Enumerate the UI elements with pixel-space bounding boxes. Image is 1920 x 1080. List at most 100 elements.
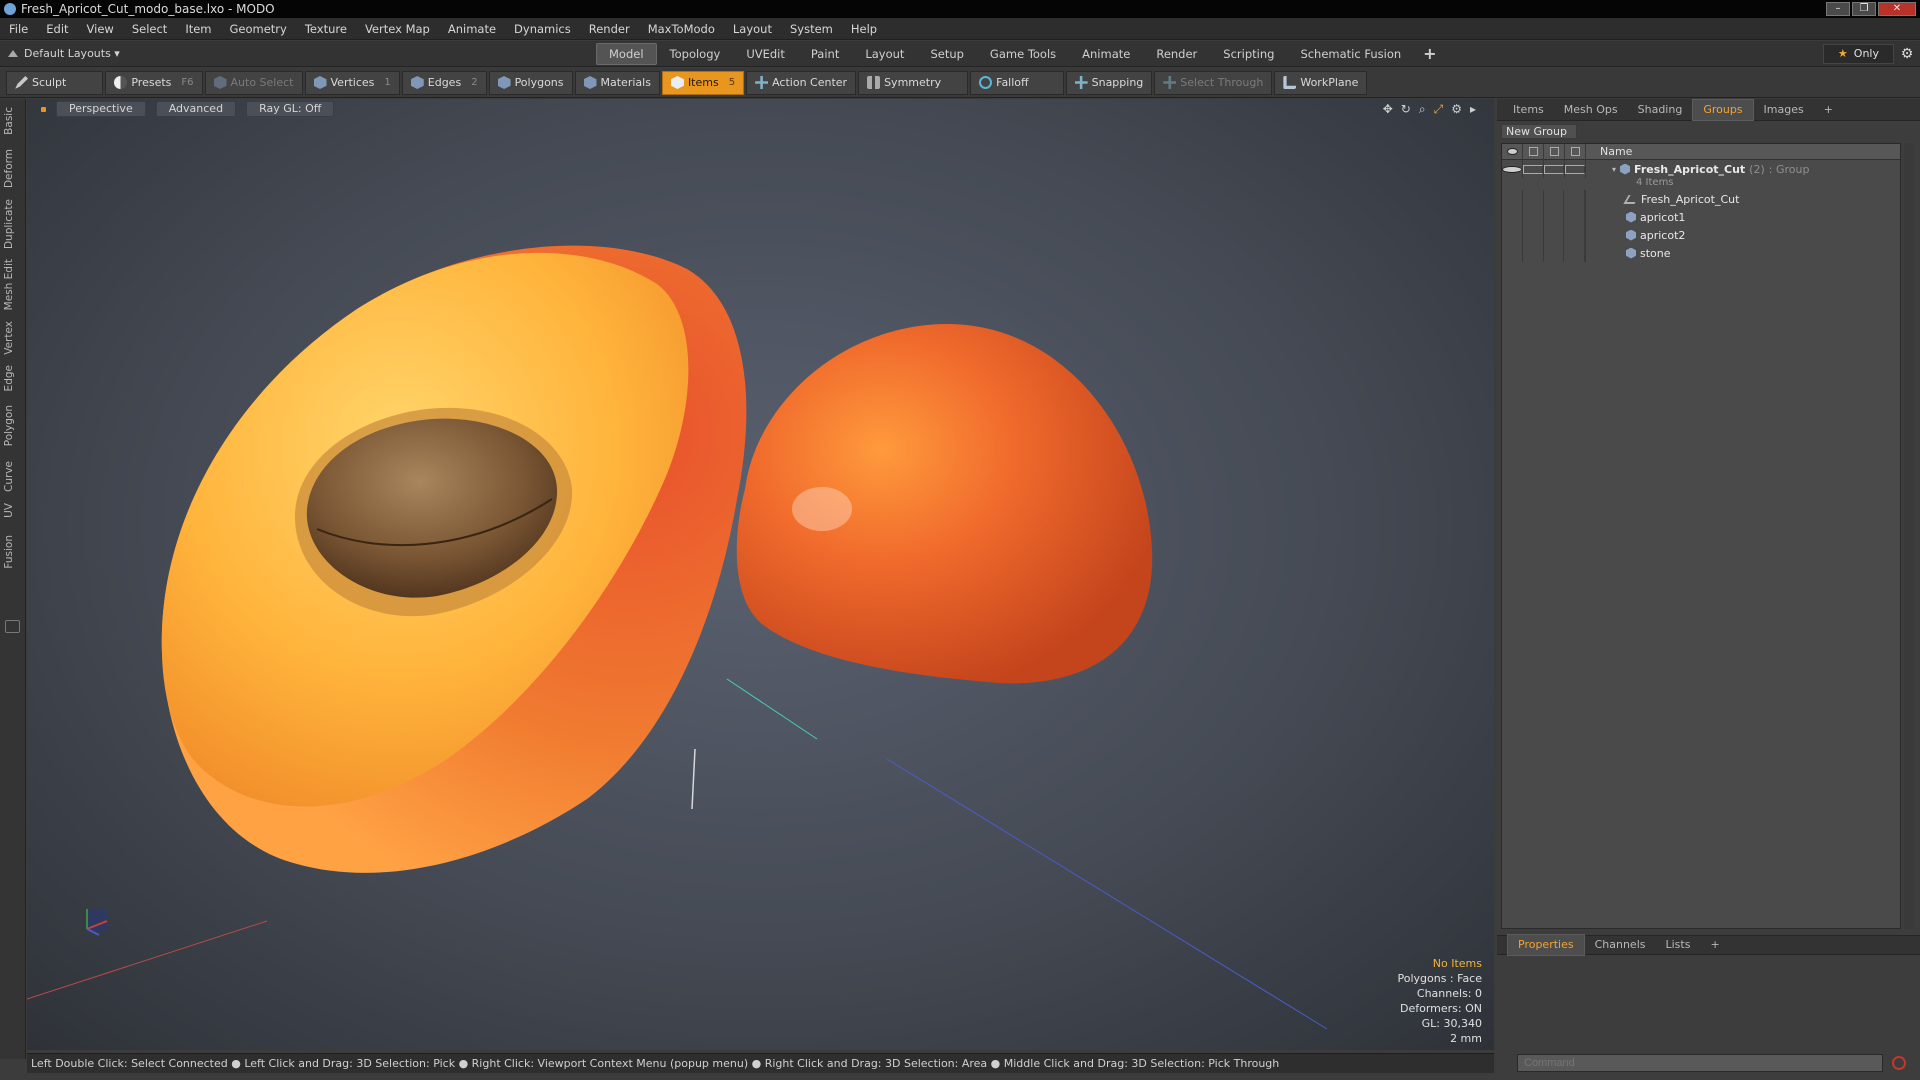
close-button[interactable]: ✕ [1878, 2, 1916, 16]
select-through-button[interactable]: Select Through [1154, 70, 1273, 95]
menu-dynamics[interactable]: Dynamics [505, 22, 580, 36]
vtab-uv[interactable]: UV [3, 503, 23, 518]
tab-animate[interactable]: Animate [1069, 43, 1143, 65]
falloff-button[interactable]: Falloff [970, 70, 1064, 95]
tab-properties[interactable]: Properties [1507, 934, 1585, 956]
vtab-mesh-edit[interactable]: Mesh Edit [3, 259, 23, 310]
tab-mesh-ops[interactable]: Mesh Ops [1554, 100, 1628, 120]
sculpt-button[interactable]: Sculpt [6, 70, 104, 95]
tab-paint[interactable]: Paint [798, 43, 852, 65]
zoom-icon[interactable]: ⌕ [1419, 102, 1426, 117]
menu-help[interactable]: Help [842, 22, 886, 36]
render-column[interactable] [1523, 143, 1544, 160]
tab-topology[interactable]: Topology [657, 43, 734, 65]
auto-select-button[interactable]: Auto Select [204, 70, 303, 95]
tab-shading[interactable]: Shading [1628, 100, 1693, 120]
vtab-duplicate[interactable]: Duplicate [3, 199, 23, 249]
command-stop-icon[interactable] [1892, 1056, 1906, 1070]
gear-icon[interactable]: ⚙ [1894, 46, 1920, 62]
viewport-settings-icon[interactable]: ⚙ [1451, 102, 1462, 117]
tree-row-group[interactable]: ▾ Fresh_Apricot_Cut (2) : Group [1502, 160, 1900, 178]
add-panel-tab-button[interactable]: + [1814, 100, 1843, 120]
tree-row-child[interactable]: apricot2 [1502, 226, 1900, 244]
menu-view[interactable]: View [78, 22, 123, 36]
vtab-edge[interactable]: Edge [3, 365, 23, 391]
tree-row-child[interactable]: stone [1502, 244, 1900, 262]
symmetry-button[interactable]: Symmetry [858, 70, 969, 95]
new-group-button[interactable]: New Group [1501, 124, 1577, 139]
materials-button[interactable]: Materials [574, 70, 660, 95]
presets-button[interactable]: Presets F6 [105, 70, 203, 95]
minimize-button[interactable]: – [1826, 2, 1850, 16]
rotate-icon[interactable]: ↻ [1401, 102, 1411, 117]
select-column[interactable] [1565, 143, 1586, 160]
add-tab-button[interactable]: + [1414, 43, 1445, 65]
collapse-arrow-icon[interactable]: ▾ [1612, 165, 1616, 174]
lock-toggle-icon[interactable] [1544, 164, 1564, 174]
render-toggle-icon[interactable] [1523, 164, 1543, 174]
visibility-column[interactable] [1502, 143, 1523, 160]
render-icon [1528, 147, 1538, 156]
maximize-button[interactable]: ❐ [1852, 2, 1876, 16]
pan-icon[interactable]: ✥ [1383, 102, 1393, 117]
items-button[interactable]: Items 5 [661, 70, 745, 95]
menu-system[interactable]: System [781, 22, 842, 36]
tree-scrollbar[interactable] [1904, 143, 1914, 929]
menu-render[interactable]: Render [580, 22, 639, 36]
3d-viewport[interactable]: Perspective Advanced Ray GL: Off ✥ ↻ ⌕ ⤢… [27, 99, 1494, 1050]
menu-geometry[interactable]: Geometry [221, 22, 296, 36]
vtab-basic[interactable]: Basic [3, 107, 23, 135]
edges-button[interactable]: Edges 2 [401, 70, 487, 95]
eye-icon[interactable] [1502, 165, 1522, 173]
menu-maxtomodo[interactable]: MaxToModo [639, 22, 724, 36]
only-button[interactable]: ★ Only [1822, 43, 1894, 64]
vtab-deform[interactable]: Deform [3, 149, 23, 188]
tab-schematic-fusion[interactable]: Schematic Fusion [1287, 43, 1414, 65]
polygons-button[interactable]: Polygons [488, 70, 573, 95]
tab-lists[interactable]: Lists [1656, 935, 1701, 955]
vtab-fusion[interactable]: Fusion [3, 535, 23, 569]
tab-setup[interactable]: Setup [917, 43, 976, 65]
vtab-vertex[interactable]: Vertex [3, 321, 23, 355]
tab-channels[interactable]: Channels [1585, 935, 1656, 955]
collapse-icon[interactable] [8, 50, 18, 57]
raygl-button[interactable]: Ray GL: Off [246, 101, 335, 117]
tab-model[interactable]: Model [596, 42, 657, 65]
tab-items[interactable]: Items [1503, 100, 1554, 120]
command-input[interactable] [1517, 1054, 1883, 1072]
menu-item[interactable]: Item [176, 22, 220, 36]
tab-uvedit[interactable]: UVEdit [733, 43, 798, 65]
tab-game-tools[interactable]: Game Tools [977, 43, 1069, 65]
menu-edit[interactable]: Edit [37, 22, 77, 36]
tab-scripting[interactable]: Scripting [1210, 43, 1287, 65]
add-properties-tab-button[interactable]: + [1700, 935, 1729, 955]
menu-vertex-map[interactable]: Vertex Map [356, 22, 439, 36]
maximize-viewport-icon[interactable]: ⤢ [1434, 102, 1444, 117]
viewport-info: No Items Polygons : Face Channels: 0 Def… [1397, 956, 1482, 1046]
workplane-button[interactable]: WorkPlane [1274, 70, 1368, 95]
action-center-button[interactable]: Action Center [746, 70, 857, 95]
viewport-expand-icon[interactable]: ▸ [1470, 102, 1476, 117]
snapping-button[interactable]: Snapping [1065, 70, 1153, 95]
menu-texture[interactable]: Texture [296, 22, 356, 36]
tree-row-child[interactable]: Fresh_Apricot_Cut [1502, 190, 1900, 208]
menu-file[interactable]: File [0, 22, 37, 36]
vtab-curve[interactable]: Curve [3, 461, 23, 492]
tab-groups[interactable]: Groups [1692, 98, 1754, 121]
tree-row-child[interactable]: apricot1 [1502, 208, 1900, 226]
view-mode-button[interactable]: Perspective [56, 101, 146, 117]
menu-select[interactable]: Select [123, 22, 176, 36]
menu-layout[interactable]: Layout [724, 22, 781, 36]
lock-column[interactable] [1544, 143, 1565, 160]
vtab-polygon[interactable]: Polygon [3, 405, 23, 446]
menu-animate[interactable]: Animate [439, 22, 505, 36]
tab-render[interactable]: Render [1143, 43, 1210, 65]
name-column-header[interactable]: Name [1586, 145, 1632, 158]
panel-toggle-icon[interactable] [5, 620, 20, 633]
layout-selector[interactable]: Default Layouts ▾ [0, 47, 596, 60]
vertices-button[interactable]: Vertices 1 [304, 70, 400, 95]
select-toggle-icon[interactable] [1565, 164, 1585, 174]
tab-images[interactable]: Images [1754, 100, 1814, 120]
tab-layout[interactable]: Layout [852, 43, 917, 65]
shading-mode-button[interactable]: Advanced [155, 101, 237, 117]
